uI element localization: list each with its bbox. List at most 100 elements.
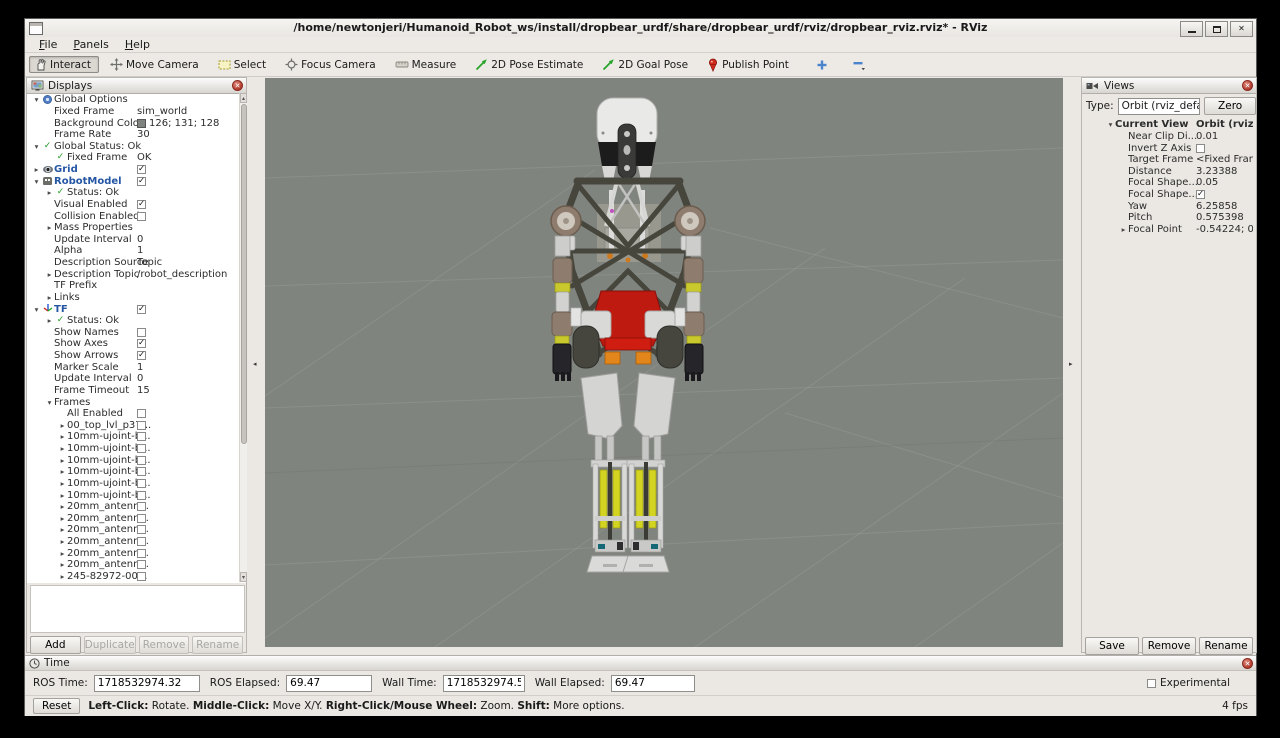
expand-arrow-icon[interactable]: ▸ <box>32 164 41 175</box>
remove-display-button[interactable]: Remove <box>139 636 190 654</box>
expand-arrow-icon[interactable]: ▸ <box>58 431 67 442</box>
checkbox-unchecked[interactable] <box>137 409 146 418</box>
checkbox-unchecked[interactable] <box>137 537 146 546</box>
tool-move-camera[interactable]: Move Camera <box>105 56 207 73</box>
close-button[interactable]: ✕ <box>1230 21 1253 37</box>
property-value[interactable]: 3.23388 <box>1196 166 1253 178</box>
tree-row[interactable]: ▾TF✓ <box>27 303 246 315</box>
expand-arrow-icon[interactable]: ▸ <box>58 559 67 570</box>
property-value[interactable]: 1 <box>137 361 244 373</box>
checkbox-unchecked[interactable] <box>137 444 146 453</box>
property-value[interactable]: -0.54224; 0.09363... <box>1196 224 1253 236</box>
tree-row[interactable]: ▸20mm_antenn... <box>27 559 246 571</box>
checkbox-checked[interactable]: ✓ <box>137 339 146 348</box>
property-value[interactable]: sim_world <box>137 106 244 118</box>
tree-row[interactable]: Distance3.23388 <box>1083 166 1255 178</box>
property-value[interactable]: 6.25858 <box>1196 200 1253 212</box>
displays-scrollbar-thumb[interactable] <box>241 104 247 444</box>
property-value[interactable]: OK <box>137 152 244 164</box>
tree-row[interactable]: ▾Global Options <box>27 94 246 106</box>
reset-button[interactable]: Reset <box>33 698 80 714</box>
expand-arrow-icon[interactable]: ▸ <box>45 315 54 326</box>
property-value[interactable]: 15 <box>137 385 244 397</box>
tree-row[interactable]: ▾✓Global Status: Ok <box>27 141 246 153</box>
checkbox-unchecked[interactable] <box>137 467 146 476</box>
collapse-arrow-icon[interactable]: ▾ <box>32 94 41 105</box>
tree-row[interactable]: Marker Scale1 <box>27 361 246 373</box>
tree-row[interactable]: ▾Current ViewOrbit (rviz) <box>1083 119 1255 131</box>
collapse-right-panel-arrow-icon[interactable]: ▸ <box>1069 360 1073 368</box>
displays-scrollbar[interactable]: ▴ ▾ <box>239 93 247 582</box>
zero-button[interactable]: Zero <box>1204 97 1256 115</box>
rename-view-button[interactable]: Rename <box>1199 637 1253 655</box>
property-value[interactable]: <Fixed Frame> <box>1196 154 1253 166</box>
experimental-checkbox[interactable] <box>1147 679 1156 688</box>
tree-row[interactable]: TF Prefix <box>27 280 246 292</box>
checkbox-unchecked[interactable] <box>137 525 146 534</box>
tree-row[interactable]: ▸10mm-ujoint-b... <box>27 454 246 466</box>
tool-interact[interactable]: Interact <box>29 56 99 73</box>
tree-row[interactable]: Invert Z Axis <box>1083 142 1255 154</box>
tree-row[interactable]: ▾RobotModel✓ <box>27 175 246 187</box>
tree-row[interactable]: Fixed Framesim_world <box>27 106 246 118</box>
duplicate-display-button[interactable]: Duplicate <box>84 636 136 654</box>
tree-row[interactable]: ▸20mm_antenn... <box>27 501 246 513</box>
tree-row[interactable]: Background Color126; 131; 128 <box>27 117 246 129</box>
checkbox-checked[interactable]: ✓ <box>137 177 146 186</box>
menu-help[interactable]: Help <box>119 38 156 51</box>
expand-arrow-icon[interactable]: ▸ <box>58 571 67 582</box>
tool-2d-goal-pose[interactable]: 2D Goal Pose <box>597 56 696 73</box>
checkbox-unchecked[interactable] <box>137 456 146 465</box>
checkbox-unchecked[interactable] <box>137 432 146 441</box>
checkbox-unchecked[interactable] <box>137 572 146 581</box>
view-type-dropdown[interactable]: Orbit (rviz_default_p ▾ <box>1118 98 1201 115</box>
add-display-button[interactable]: Add <box>30 636 81 654</box>
expand-arrow-icon[interactable]: ▸ <box>58 524 67 535</box>
tree-row[interactable]: Focal Shape...✓ <box>1083 189 1255 201</box>
minimize-button[interactable] <box>1180 21 1203 37</box>
tool-remove[interactable] <box>847 56 871 73</box>
collapse-arrow-icon[interactable]: ▾ <box>32 176 41 187</box>
checkbox-checked[interactable]: ✓ <box>137 305 146 314</box>
expand-arrow-icon[interactable]: ▸ <box>58 478 67 489</box>
tree-row[interactable]: ▸10mm-ujoint-b... <box>27 443 246 455</box>
tool-select[interactable]: Select <box>213 56 274 73</box>
tree-row[interactable]: ▸20mm_antenn... <box>27 524 246 536</box>
displays-panel-header[interactable]: Displays ✕ <box>27 78 246 94</box>
tool-measure[interactable]: Measure <box>390 56 465 73</box>
checkbox-unchecked[interactable] <box>137 328 146 337</box>
tree-row[interactable]: Show Arrows✓ <box>27 350 246 362</box>
expand-arrow-icon[interactable]: ▸ <box>45 222 54 233</box>
tree-row[interactable]: ▸10mm-ujoint-b... <box>27 431 246 443</box>
checkbox-unchecked[interactable] <box>137 491 146 500</box>
property-value[interactable]: 0 <box>137 234 244 246</box>
tree-row[interactable]: ▸✓Status: Ok <box>27 187 246 199</box>
expand-arrow-icon[interactable]: ▸ <box>58 548 67 559</box>
expand-arrow-icon[interactable]: ▸ <box>58 420 67 431</box>
tree-row[interactable]: ▸00_top_lvl_p37... <box>27 420 246 432</box>
tree-row[interactable]: ▸Grid✓ <box>27 164 246 176</box>
time-panel-close-icon[interactable]: ✕ <box>1242 658 1253 669</box>
title-bar[interactable]: /home/newtonjeri/Humanoid_Robot_ws/insta… <box>25 19 1256 38</box>
expand-arrow-icon[interactable]: ▸ <box>45 292 54 303</box>
tree-row[interactable]: Show Names <box>27 327 246 339</box>
checkbox-unchecked[interactable] <box>137 479 146 488</box>
property-value[interactable] <box>137 280 244 292</box>
menu-file[interactable]: File <box>33 38 63 51</box>
tree-row[interactable]: Update Interval0 <box>27 373 246 385</box>
property-value[interactable]: /robot_description <box>137 268 244 280</box>
tree-row[interactable]: ▸Links <box>27 292 246 304</box>
tree-row[interactable]: Show Axes✓ <box>27 338 246 350</box>
expand-arrow-icon[interactable]: ▸ <box>45 269 54 280</box>
checkbox-unchecked[interactable] <box>1196 144 1205 153</box>
tree-row[interactable]: Focal Shape...0.05 <box>1083 177 1255 189</box>
tree-row[interactable]: ▸10mm-ujoint-b... <box>27 489 246 501</box>
expand-arrow-icon[interactable]: ▸ <box>58 443 67 454</box>
tree-row[interactable]: Near Clip Di...0.01 <box>1083 131 1255 143</box>
scroll-up-icon[interactable]: ▴ <box>240 93 247 103</box>
save-view-button[interactable]: Save <box>1085 637 1139 655</box>
checkbox-unchecked[interactable] <box>137 502 146 511</box>
property-value[interactable]: 0.575398 <box>1196 212 1253 224</box>
maximize-button[interactable] <box>1205 21 1228 37</box>
property-value[interactable]: 30 <box>137 129 244 141</box>
